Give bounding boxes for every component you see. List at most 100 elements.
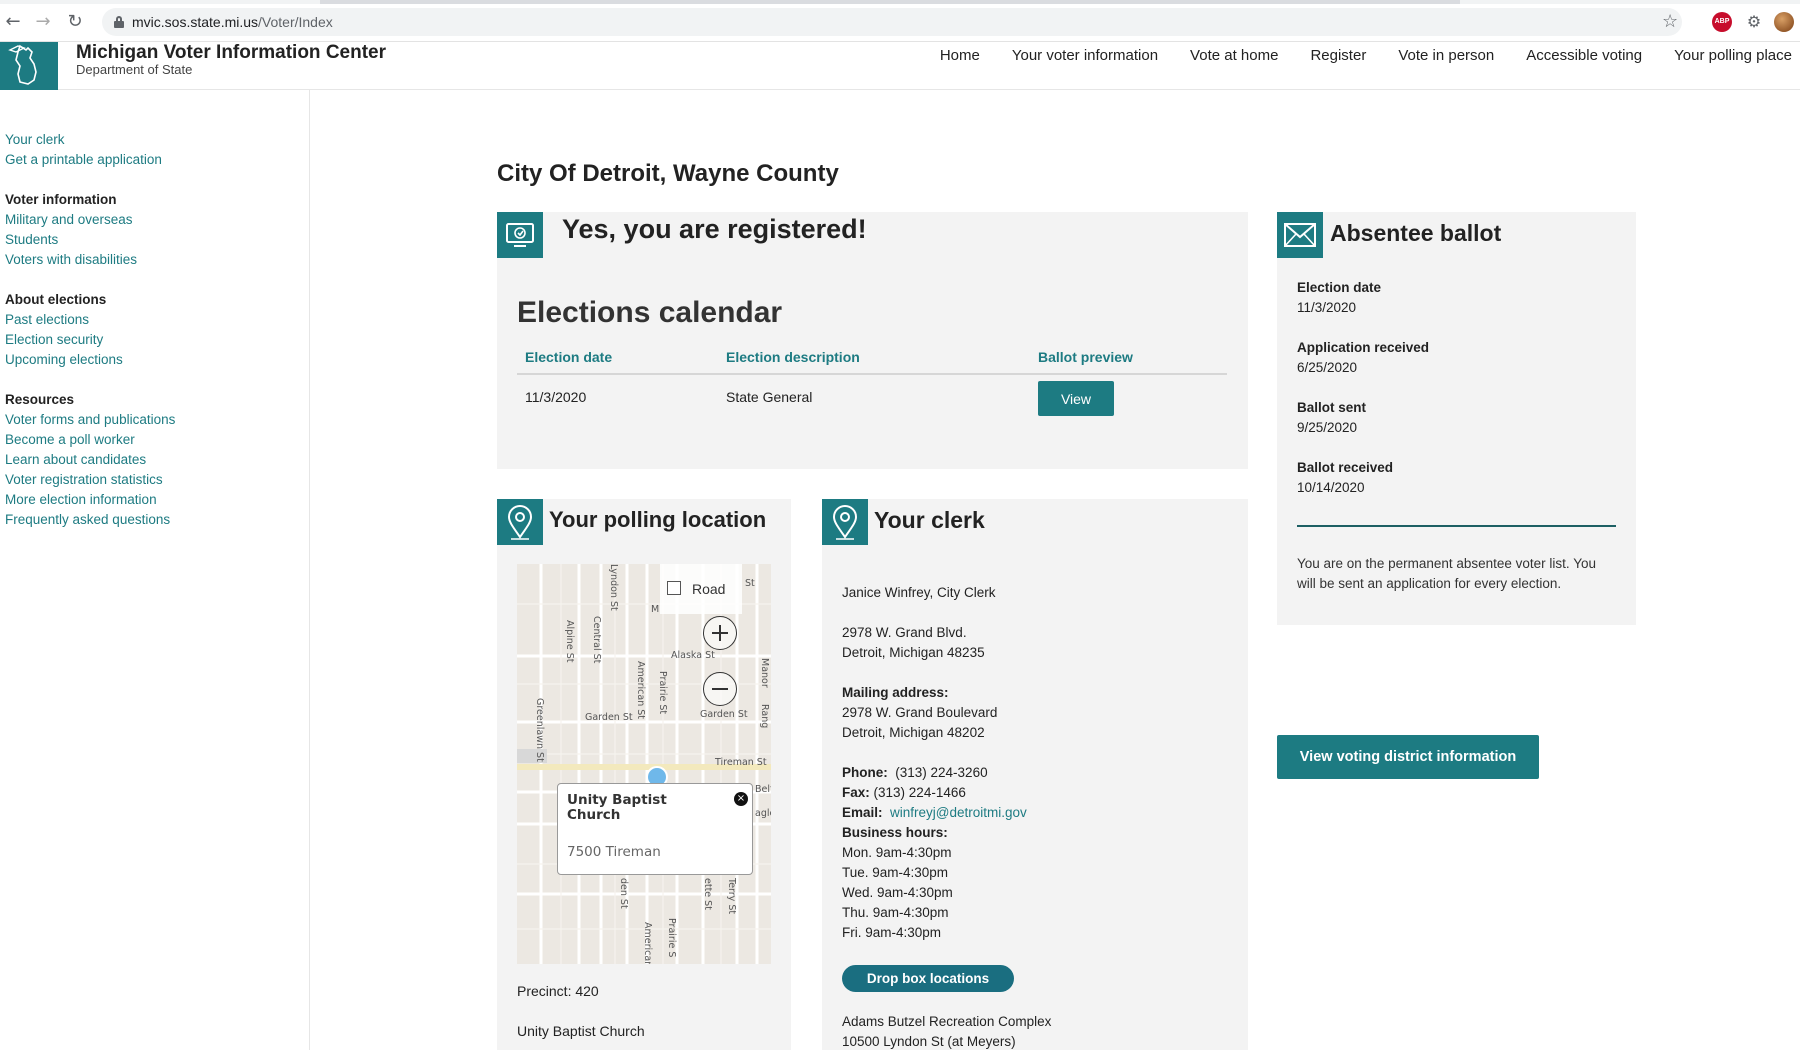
registration-card: Yes, you are registered! Elections calen… <box>497 212 1248 469</box>
map-style-toggle[interactable]: Road <box>660 564 742 614</box>
sidebar-group-about-elections: About elections Past elections Election … <box>5 290 123 370</box>
nav-vote-in-person[interactable]: Vote in person <box>1398 47 1494 64</box>
hours-friday: Fri. 9am-4:30pm <box>842 925 942 940</box>
absentee-field-election-date: Election date 11/3/2020 <box>1297 280 1382 315</box>
map-label-american-st: American St <box>635 661 646 719</box>
clerk-phone: (313) 224-3260 <box>895 765 988 780</box>
sidebar-group-resources: Resources Voter forms and publications B… <box>5 390 175 530</box>
hours-tuesday: Tue. 9am-4:30pm <box>842 865 949 880</box>
column-header-election-description: Election description <box>726 349 860 365</box>
site-header: Michigan Voter Information Center Depart… <box>0 42 1800 90</box>
map-label-prairie-st: Prairie St <box>657 671 668 714</box>
view-voting-district-button[interactable]: View voting district information <box>1277 735 1539 779</box>
monitor-check-icon <box>497 212 543 258</box>
nav-home[interactable]: Home <box>940 47 980 64</box>
absentee-field-application-received: Application received 6/25/2020 <box>1297 340 1430 375</box>
reload-icon[interactable]: ↻ <box>64 11 86 33</box>
map-label-m: M <box>651 604 659 615</box>
top-nav: Home Your voter information Vote at home… <box>940 47 1792 64</box>
clerk-details: Janice Winfrey, City Clerk 2978 W. Grand… <box>842 583 1242 943</box>
map-label-rang: Rang <box>759 704 770 728</box>
map-label-prairie-s: Prairie S <box>666 918 677 957</box>
mailing-address-line2: Detroit, Michigan 48202 <box>842 725 985 740</box>
drop-box-name: Adams Butzel Recreation Complex <box>842 1014 1052 1029</box>
sidebar-link-military[interactable]: Military and overseas <box>5 210 137 230</box>
map-label-lyndon-st: Lyndon St <box>608 564 619 611</box>
mailing-address-label: Mailing address: <box>842 685 949 700</box>
url-text[interactable]: mvic.sos.state.mi.us/Voter/Index <box>132 14 333 30</box>
map-label-central-st: Central St <box>591 616 602 664</box>
table-cell-election-date: 11/3/2020 <box>525 389 587 405</box>
back-icon[interactable]: ← <box>2 11 24 33</box>
drop-box-address: 10500 Lyndon St (at Meyers) <box>842 1034 1016 1049</box>
sidebar-group-voter-information: Voter information Military and overseas … <box>5 190 137 270</box>
mailing-address-line1: 2978 W. Grand Boulevard <box>842 705 998 720</box>
page-title: City Of Detroit, Wayne County <box>497 160 839 187</box>
location-pin-icon <box>497 499 543 545</box>
sidebar-link-disabilities[interactable]: Voters with disabilities <box>5 250 137 270</box>
table-cell-election-description: State General <box>726 389 813 405</box>
drop-box-locations-button[interactable]: Drop box locations <box>842 965 1014 992</box>
popup-close-icon[interactable]: × <box>734 792 748 806</box>
clerk-name: Janice Winfrey, City Clerk <box>842 585 996 600</box>
table-header-divider <box>517 373 1227 375</box>
clerk-email-link[interactable]: winfreyj@detroitmi.gov <box>890 805 1027 820</box>
popup-location-address: 7500 Tireman <box>567 844 661 860</box>
sidebar-top-links: Your clerk Get a printable application <box>5 130 162 170</box>
nav-vote-at-home[interactable]: Vote at home <box>1190 47 1278 64</box>
hours-thursday: Thu. 9am-4:30pm <box>842 905 949 920</box>
precinct-number: Precinct: 420 <box>517 983 599 999</box>
extensions-icon[interactable]: ⚙ <box>1744 12 1764 32</box>
map-label-american-south: American <box>642 922 653 964</box>
email-label: Email: <box>842 805 883 820</box>
polling-location-card: Your polling location Alaska St Garden S… <box>497 499 791 1050</box>
absentee-field-ballot-received: Ballot received 10/14/2020 <box>1297 460 1394 495</box>
clerk-heading: Your clerk <box>874 507 985 533</box>
nav-your-polling-place[interactable]: Your polling place <box>1674 47 1792 64</box>
column-header-election-date: Election date <box>525 349 613 365</box>
sidebar-heading: About elections <box>5 292 107 307</box>
absentee-ballot-heading: Absentee ballot <box>1330 220 1502 246</box>
absentee-ballot-card: Absentee ballot Election date 11/3/2020 … <box>1277 212 1636 625</box>
sidebar-link-upcoming-elections[interactable]: Upcoming elections <box>5 350 123 370</box>
forward-icon[interactable]: → <box>32 11 54 33</box>
absentee-field-ballot-sent: Ballot sent 9/25/2020 <box>1297 400 1367 435</box>
phone-label: Phone: <box>842 765 888 780</box>
sidebar-link-poll-worker[interactable]: Become a poll worker <box>5 430 175 450</box>
sidebar-link-your-clerk[interactable]: Your clerk <box>5 130 162 150</box>
sidebar-link-candidates[interactable]: Learn about candidates <box>5 450 175 470</box>
drop-box-location: Adams Butzel Recreation Complex 10500 Ly… <box>842 1012 1051 1050</box>
sidebar-link-faq[interactable]: Frequently asked questions <box>5 510 175 530</box>
sidebar-link-past-elections[interactable]: Past elections <box>5 310 123 330</box>
nav-accessible-voting[interactable]: Accessible voting <box>1526 47 1642 64</box>
map-label-terry-st: Terry St <box>726 877 737 914</box>
zoom-in-button[interactable] <box>703 616 737 650</box>
map-label-manor: Manor <box>759 658 770 688</box>
map-label-tireman-st: Tireman St <box>714 757 767 768</box>
view-ballot-button[interactable]: View <box>1038 381 1114 416</box>
polling-map[interactable]: Alaska St Garden St Garden St Tireman St… <box>517 564 771 964</box>
nav-register[interactable]: Register <box>1310 47 1366 64</box>
sidebar-link-printable-application[interactable]: Get a printable application <box>5 150 162 170</box>
bookmark-star-icon[interactable]: ☆ <box>1662 11 1678 32</box>
sidebar-link-election-security[interactable]: Election security <box>5 330 123 350</box>
left-sidebar: Your clerk Get a printable application V… <box>0 90 310 1050</box>
address-bar[interactable]: mvic.sos.state.mi.us/Voter/Index ☆ <box>102 8 1682 36</box>
absentee-divider <box>1297 525 1616 527</box>
envelope-icon <box>1277 212 1323 258</box>
sidebar-link-students[interactable]: Students <box>5 230 137 250</box>
clerk-card: Your clerk Janice Winfrey, City Clerk 29… <box>822 499 1248 1050</box>
registration-status-heading: Yes, you are registered! <box>562 214 867 244</box>
michigan-logo[interactable] <box>0 42 58 90</box>
map-label-alpine-st: Alpine St <box>564 620 575 663</box>
map-label-st-top: St <box>745 578 755 589</box>
sidebar-heading: Resources <box>5 392 75 407</box>
sidebar-link-voter-forms[interactable]: Voter forms and publications <box>5 410 175 430</box>
map-label-belf: Belf <box>755 784 771 795</box>
profile-avatar[interactable] <box>1774 12 1794 32</box>
sidebar-link-more-election-info[interactable]: More election information <box>5 490 175 510</box>
sidebar-link-registration-statistics[interactable]: Voter registration statistics <box>5 470 175 490</box>
zoom-out-button[interactable] <box>703 672 737 706</box>
adblock-icon[interactable]: ABP <box>1712 12 1732 32</box>
nav-your-voter-information[interactable]: Your voter information <box>1012 47 1158 64</box>
